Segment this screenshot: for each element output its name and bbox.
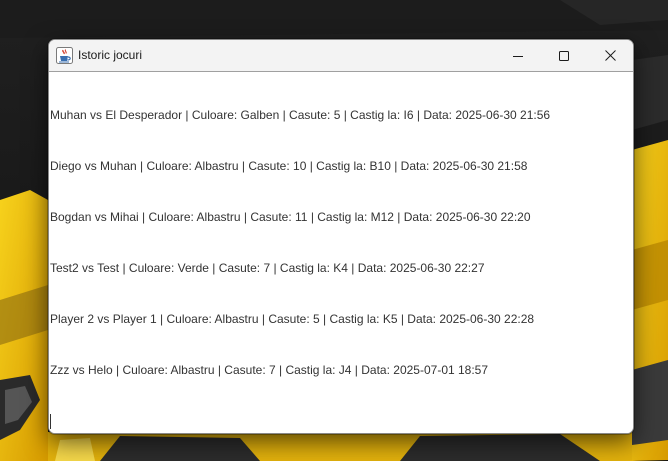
history-entry: Test2 vs Test | Culoare: Verde | Casute:… (50, 261, 485, 275)
history-entry: Zzz vs Helo | Culoare: Albastru | Casute… (50, 363, 489, 377)
history-entry: Diego vs Muhan | Culoare: Albastru | Cas… (50, 159, 528, 173)
close-button[interactable] (587, 40, 633, 71)
title-bar[interactable]: Istoric jocuri (49, 40, 633, 71)
close-icon (604, 50, 616, 61)
history-entry: Player 2 vs Player 1 | Culoare: Albastru… (50, 312, 535, 326)
maximize-icon (559, 50, 569, 61)
text-caret (50, 414, 51, 429)
desktop: Istoric jocuri Muhan vs El Desperador | … (0, 0, 668, 461)
minimize-icon (513, 55, 523, 57)
java-cup-icon (56, 47, 73, 64)
history-entry: Bogdan vs Mihai | Culoare: Albastru | Ca… (50, 210, 531, 224)
history-text-area[interactable]: Muhan vs El Desperador | Culoare: Galben… (49, 71, 633, 433)
history-entry: Muhan vs El Desperador | Culoare: Galben… (50, 108, 551, 122)
minimize-button[interactable] (495, 40, 541, 71)
maximize-button[interactable] (541, 40, 587, 71)
window-title: Istoric jocuri (78, 48, 143, 62)
history-window: Istoric jocuri Muhan vs El Desperador | … (48, 39, 634, 434)
history-text-content[interactable]: Muhan vs El Desperador | Culoare: Galben… (50, 73, 630, 429)
